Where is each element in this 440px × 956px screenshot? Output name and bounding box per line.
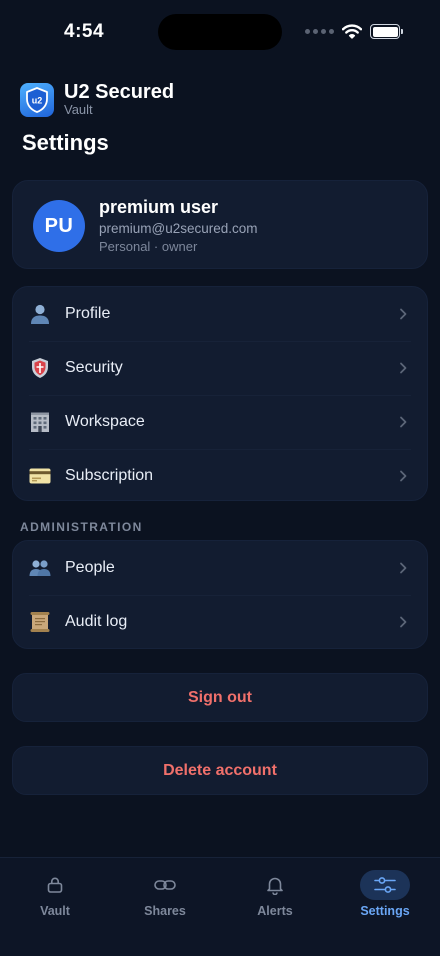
tab-label: Alerts <box>257 904 293 918</box>
shield-logo-icon: u2 <box>26 86 48 113</box>
settings-item-people[interactable]: People <box>13 541 427 595</box>
tab-settings[interactable]: Settings <box>340 870 430 918</box>
delete-account-button[interactable]: Delete account <box>12 746 428 795</box>
battery-icon <box>370 24 403 39</box>
profile-role: Personal · owner <box>99 239 198 254</box>
administration-group: People Audit log <box>12 540 428 649</box>
status-time: 4:54 <box>64 21 105 42</box>
credit-card-icon <box>29 465 51 487</box>
tab-bar: Vault Shares Alerts Settings <box>0 857 440 956</box>
tab-vault[interactable]: Vault <box>10 870 100 918</box>
tab-label: Shares <box>144 904 186 918</box>
settings-item-subscription[interactable]: Subscription <box>13 449 427 500</box>
lock-icon <box>30 870 80 900</box>
tab-shares[interactable]: Shares <box>120 870 210 918</box>
dynamic-island <box>158 14 282 50</box>
page-title: Settings <box>22 130 109 155</box>
avatar: PU <box>33 200 85 252</box>
app-logo: u2 <box>20 82 54 117</box>
tab-label: Vault <box>40 904 70 918</box>
chevron-right-icon <box>395 359 411 377</box>
status-indicators <box>305 24 403 39</box>
settings-item-audit-log[interactable]: Audit log <box>13 595 427 648</box>
chevron-right-icon <box>395 559 411 577</box>
chevron-right-icon <box>395 305 411 323</box>
sliders-icon <box>360 870 410 900</box>
app-name: U2 Secured <box>64 81 175 103</box>
settings-item-label: Profile <box>65 305 111 322</box>
logo-text: u2 <box>32 95 43 105</box>
bell-icon <box>250 870 300 900</box>
settings-item-label: Workspace <box>65 413 145 430</box>
settings-item-security[interactable]: Security <box>13 341 427 395</box>
settings-item-workspace[interactable]: Workspace <box>13 395 427 449</box>
scroll-icon <box>29 611 51 633</box>
chevron-right-icon <box>395 467 411 485</box>
tab-alerts[interactable]: Alerts <box>230 870 320 918</box>
profile-email: premium@u2secured.com <box>99 221 258 236</box>
profile-card[interactable]: PU premium user premium@u2secured.com Pe… <box>12 180 428 269</box>
office-building-icon <box>29 411 51 433</box>
settings-item-label: Subscription <box>65 466 154 484</box>
settings-item-label: People <box>65 559 115 576</box>
wifi-icon <box>342 24 362 39</box>
settings-item-label: Security <box>65 359 123 376</box>
section-header-administration: ADMINISTRATION <box>20 520 143 534</box>
account-settings-group: Profile Security Workspace Subscription <box>12 286 428 501</box>
app-title-block: U2 Secured Vault <box>64 82 174 117</box>
profile-name: premium user <box>99 197 219 217</box>
cellular-signal-icon <box>305 29 334 34</box>
app-subtitle: Vault <box>64 102 93 117</box>
chevron-right-icon <box>395 413 411 431</box>
sign-out-button[interactable]: Sign out <box>12 673 428 722</box>
shield-icon <box>29 357 51 379</box>
person-icon <box>29 303 51 325</box>
tab-label: Settings <box>360 904 410 918</box>
chevron-right-icon <box>395 613 411 631</box>
link-icon <box>140 870 190 900</box>
people-icon <box>29 557 51 579</box>
settings-item-label: Audit log <box>65 613 128 630</box>
settings-item-profile[interactable]: Profile <box>13 287 427 341</box>
status-bar: 4:54 <box>0 0 440 64</box>
app-header: u2 U2 Secured Vault <box>20 82 174 117</box>
